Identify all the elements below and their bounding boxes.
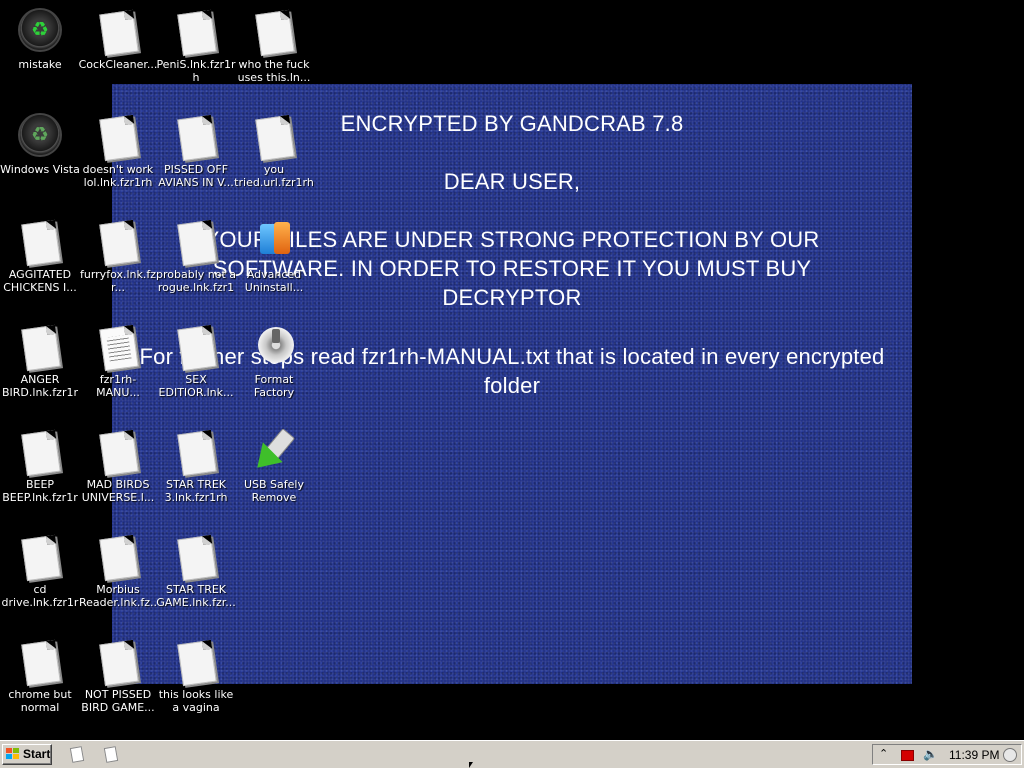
desktop-icon[interactable]: ♻ mistake xyxy=(0,8,80,71)
desktop-icon[interactable]: you tried.url.fzr1rh xyxy=(234,113,314,189)
desktop-icon-label: probably not a rogue.lnk.fzr1rh xyxy=(156,268,236,294)
desktop-icon[interactable]: STAR TREK GAME.lnk.fzr... xyxy=(156,533,236,609)
system-tray: ⌃ 🔈 11:39 PM xyxy=(872,744,1022,765)
desktop-icon[interactable]: MAD BIRDS UNIVERSE.l... xyxy=(78,428,158,504)
clock[interactable]: 11:39 PM xyxy=(949,748,999,762)
desktop-icon-label: Format Factory xyxy=(253,373,295,399)
document-icon xyxy=(250,113,298,162)
document-icon xyxy=(172,323,220,372)
desktop-icon[interactable]: this looks like a vagina lol.lnk... xyxy=(156,638,236,714)
desktop-icon-label: chrome but normal colors.... xyxy=(8,688,72,714)
desktop-icon[interactable]: SEX EDITIOR.lnk... xyxy=(156,323,236,399)
usb-drive-icon xyxy=(247,428,298,478)
chevron-up-icon[interactable]: ⌃ xyxy=(879,747,888,761)
desktop-icon-label: this looks like a vagina lol.lnk... xyxy=(158,688,234,714)
desktop-icon[interactable]: doesn't work lol.lnk.fzr1rh xyxy=(78,113,158,189)
desktop-icon-label: NOT PISSED BIRD GAME... xyxy=(81,688,155,714)
text-file-icon xyxy=(94,323,142,372)
desktop-icon-label: USB Safely Remove xyxy=(243,478,304,504)
document-icon xyxy=(16,533,64,582)
document-icon xyxy=(94,113,142,162)
document-icon xyxy=(172,428,220,477)
desktop-icon[interactable]: Morbius Reader.lnk.fz... xyxy=(78,533,158,609)
desktop-icon-label: MAD BIRDS UNIVERSE.l... xyxy=(81,478,155,504)
mouse-cursor-icon xyxy=(469,762,473,768)
desktop-icon[interactable]: STAR TREK 3.lnk.fzr1rh xyxy=(156,428,236,504)
desktop-icon-label: mistake xyxy=(18,58,62,71)
desktop-icon[interactable]: BEEP BEEP.lnk.fzr1rh xyxy=(0,428,80,504)
document-icon xyxy=(94,218,142,267)
desktop-icon-label: STAR TREK 3.lnk.fzr1rh xyxy=(164,478,228,504)
desktop-icon-label: CockCleaner... xyxy=(78,58,158,71)
desktop-icon[interactable]: who the fuck uses this.ln... xyxy=(234,8,314,84)
desktop-icon-label: doesn't work lol.lnk.fzr1rh xyxy=(82,163,154,189)
desktop-icon-label: ANGER BIRD.lnk.fzr1rh xyxy=(2,373,78,399)
recycle-bin-icon: ♻ xyxy=(16,113,64,161)
taskbar: Start ⌃ 🔈 11:39 PM xyxy=(0,740,1024,768)
document-icon xyxy=(16,323,64,372)
desktop[interactable]: ENCRYPTED BY GANDCRAB 7.8 DEAR USER, YOU… xyxy=(0,0,1024,740)
desktop-icon-label: Windows Vista xyxy=(0,163,80,176)
desktop-icon[interactable]: USB Safely Remove xyxy=(234,428,314,504)
speaker-icon[interactable]: 🔈 xyxy=(923,747,938,762)
desktop-icon[interactable]: probably not a rogue.lnk.fzr1rh xyxy=(156,218,236,294)
quick-launch-document-icon[interactable] xyxy=(68,746,85,763)
network-icon[interactable] xyxy=(1003,748,1017,762)
desktop-icon[interactable]: CockCleaner... xyxy=(78,8,158,71)
quick-launch-document-icon[interactable] xyxy=(102,746,119,763)
desktop-icon[interactable]: AGGITATED CHICKENS I... xyxy=(0,218,80,294)
document-icon xyxy=(172,533,220,582)
desktop-icon-label: SEX EDITIOR.lnk... xyxy=(158,373,234,399)
document-icon xyxy=(172,218,220,267)
desktop-icon-label: PeniS.lnk.fzr1rh xyxy=(156,58,236,84)
desktop-icon[interactable]: PeniS.lnk.fzr1rh xyxy=(156,8,236,84)
windows-logo-icon xyxy=(6,748,20,761)
desktop-icon-label: you tried.url.fzr1rh xyxy=(234,163,314,189)
red-flag-icon[interactable] xyxy=(901,750,914,761)
desktop-icon-label: Morbius Reader.lnk.fz... xyxy=(79,583,157,609)
document-icon xyxy=(94,533,142,582)
document-icon xyxy=(94,8,142,57)
desktop-icon[interactable]: furryfox.lnk.fzr... xyxy=(78,218,158,294)
desktop-icon[interactable]: ♻ Windows Vista xyxy=(0,113,80,176)
desktop-icon[interactable]: PISSED OFF AVIANS IN V... xyxy=(156,113,236,189)
document-icon xyxy=(172,638,220,687)
desktop-icon[interactable]: Format Factory xyxy=(234,323,314,399)
document-icon xyxy=(172,8,220,57)
start-button[interactable]: Start xyxy=(2,744,52,765)
desktop-icon-label: fzr1rh-MANU... xyxy=(96,373,140,399)
desktop-icon[interactable]: NOT PISSED BIRD GAME... xyxy=(78,638,158,714)
desktop-icon-label: STAR TREK GAME.lnk.fzr... xyxy=(156,583,236,609)
start-label: Start xyxy=(23,747,51,761)
recycle-bin-icon: ♻ xyxy=(16,8,64,56)
desktop-icon-label: cd drive.lnk.fzr1rh xyxy=(1,583,79,609)
desktop-icon[interactable]: chrome but normal colors.... xyxy=(0,638,80,714)
desktop-icon-label: BEEP BEEP.lnk.fzr1rh xyxy=(2,478,78,504)
desktop-icon-label: furryfox.lnk.fzr... xyxy=(79,268,157,294)
desktop-icon-label: Advanced Uninstall... xyxy=(244,268,304,294)
document-icon xyxy=(16,428,64,477)
format-factory-icon xyxy=(250,323,298,371)
document-icon xyxy=(94,638,142,687)
document-icon xyxy=(16,638,64,687)
document-icon xyxy=(172,113,220,162)
desktop-icon[interactable]: Advanced Uninstall... xyxy=(234,218,314,294)
desktop-icon[interactable]: cd drive.lnk.fzr1rh xyxy=(0,533,80,609)
desktop-icon[interactable]: ANGER BIRD.lnk.fzr1rh xyxy=(0,323,80,399)
uninstaller-icon xyxy=(250,218,298,266)
desktop-icon-label: AGGITATED CHICKENS I... xyxy=(3,268,77,294)
document-icon xyxy=(94,428,142,477)
document-icon xyxy=(250,8,298,57)
desktop-icon-label: PISSED OFF AVIANS IN V... xyxy=(158,163,234,189)
desktop-icon[interactable]: fzr1rh-MANU... xyxy=(78,323,158,399)
document-icon xyxy=(16,218,64,267)
desktop-icon-label: who the fuck uses this.ln... xyxy=(237,58,311,84)
